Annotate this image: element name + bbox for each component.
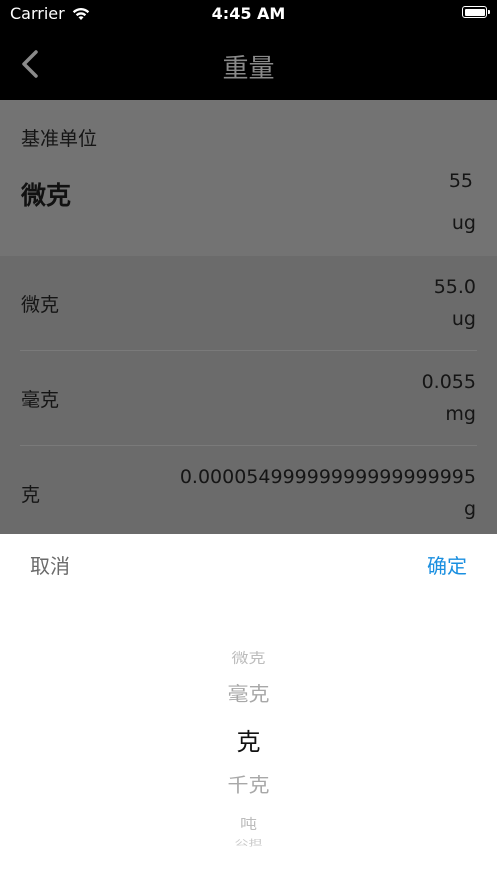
base-unit-symbol: ug [451,212,476,234]
picker-option-selected[interactable]: 克 [0,722,497,757]
list-item[interactable]: 微克 55.0 ug [0,256,497,351]
unit-picker-wheel[interactable]: 微克 毫克 克 千克 吨 公担 [0,634,497,864]
screen: Carrier 4:45 AM 重量 基准单位 微克 55 ug 微克 55.0… [0,0,497,883]
confirm-button[interactable]: 确定 [427,550,467,579]
picker-option[interactable]: 吨 [0,812,497,833]
content-overlay[interactable]: 基准单位 微克 55 ug 微克 55.0 ug 毫克 0.055 mg 克 0… [0,100,497,534]
battery-icon [462,6,490,18]
picker-option[interactable]: 千克 [0,770,497,798]
list-item[interactable]: 克 0.00005499999999999999995 g [0,446,497,534]
status-time: 4:45 AM [211,4,286,23]
picker-option[interactable]: 毫克 [0,679,497,707]
unit-value: 0.00005499999999999999995 [179,466,476,488]
unit-symbol: g [463,498,476,520]
unit-symbol: ug [451,308,476,330]
unit-value: 0.055 [421,371,476,393]
nav-bar: 重量 [0,28,497,100]
list-item[interactable]: 毫克 0.055 mg [0,351,497,446]
page-title: 重量 [222,54,275,84]
unit-name: 微克 [21,294,60,316]
unit-picker-sheet: 取消 确定 微克 毫克 克 千克 吨 公担 [0,534,497,883]
base-unit-caption: 基准单位 [21,128,98,150]
base-unit-name[interactable]: 微克 [21,176,71,212]
base-unit-section[interactable]: 基准单位 微克 55 ug [0,100,497,256]
picker-option[interactable]: 微克 [0,646,497,667]
unit-value: 55.0 [433,276,476,298]
unit-symbol: mg [445,403,476,425]
base-unit-value: 55 [448,170,473,192]
picker-option[interactable]: 公担 [0,837,497,848]
status-bar: Carrier 4:45 AM [0,0,497,28]
cancel-button[interactable]: 取消 [30,550,70,579]
unit-name: 毫克 [21,389,60,411]
unit-name: 克 [21,484,41,506]
